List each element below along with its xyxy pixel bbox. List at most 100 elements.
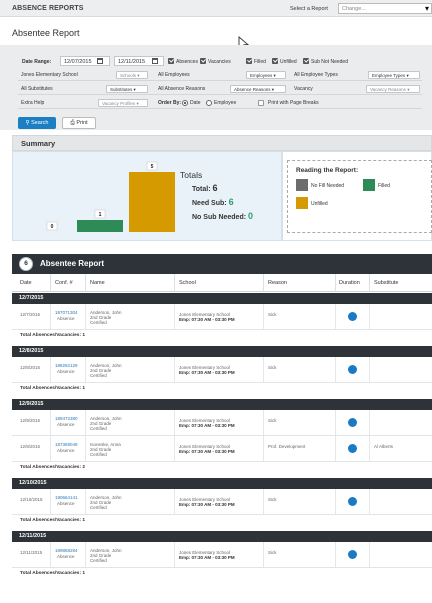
vacancy-profiles-dropdown[interactable]: Vacancy Profiles ▾ [98,99,148,107]
order-date-label: Date [190,100,201,106]
confirmation-number-link[interactable]: 187071304 [55,310,78,316]
vacancy-reasons-dropdown-label: Vacancy Reasons [370,87,406,92]
confirmation-number-link[interactable]: 187369049 [55,442,78,448]
column-divider [335,410,336,436]
confirmation-number-link[interactable]: 189472380 [55,416,78,422]
totals-title: Totals [180,170,203,180]
employee-certification: Certified [90,558,107,563]
column-divider [369,542,370,568]
employee-certification: Certified [90,320,107,325]
employee-types-dropdown[interactable]: Employee Types ▾ [368,71,420,79]
calendar-icon[interactable] [97,58,103,64]
group-total-text: Total Absences/Vacancies: 1 [20,571,86,576]
order-date-radio[interactable] [182,100,188,106]
column-reason[interactable]: Reason [268,280,287,286]
column-divider [50,274,51,292]
employee-schedule: Emp: 07:30 AM - 03:30 PM [179,555,235,560]
absences-label: Absences [176,59,198,65]
select-report-label: Select a Report [290,6,328,12]
group-total-text: Total Absences/Vacancies: 2 [20,465,86,470]
confirmation-number-link[interactable]: 189868284 [55,548,78,554]
unfilled-checkbox[interactable] [272,58,278,64]
total-label: Total: [192,186,211,193]
legend-label-no-fill-needed: No Fill Needed [311,183,345,189]
vacancies-label: Vacancies [208,59,231,65]
table-row[interactable]: 12/8/2015 188262129 Absence Anderson, John 2… [12,357,432,383]
column-duration[interactable]: Duration [339,280,360,286]
sub-not-needed-checkbox[interactable] [303,58,309,64]
print-page-breaks-checkbox[interactable] [258,100,264,106]
absentee-report-header: 6 Absentee Report [12,254,432,274]
column-divider [263,436,264,462]
app-title: ABSENCE REPORTS [12,5,84,12]
group-date: 12/10/2015 [19,480,47,486]
column-divider [174,542,175,568]
print-button[interactable]: ⎙ Print [62,117,96,129]
no-sub-needed-line: No Sub Needed: 0 [192,211,253,221]
table-row[interactable]: 12/10/2015 190664141 Absence Anderson, John… [12,489,432,515]
table-row[interactable]: 12/9/2015 189472380 Absence Anderson, John 2… [12,410,432,436]
page-title: Absentee Report [12,28,80,38]
confirmation-number-link[interactable]: 188262129 [55,363,78,369]
select-report-dropdown[interactable]: Change... ▾ [338,3,432,14]
row-date: 12/9/2015 [20,418,41,423]
substitutes-dropdown[interactable]: Substitutes ▾ [106,85,148,93]
absence-reasons-dropdown-label: Absence Reasons [234,87,271,92]
schools-dropdown[interactable]: Schools ▾ [116,71,148,79]
select-report-value: Change... [342,6,366,12]
employees-dropdown[interactable]: Employees ▾ [246,71,286,79]
substitute-name: Al Alberts [374,444,394,449]
table-row[interactable]: 12/9/2015 187369049 Absence Isoneske, Anna 2… [12,436,432,462]
legend-label-unfilled: Unfilled [311,201,328,207]
vacancies-checkbox[interactable] [200,58,206,64]
sub-not-needed-label: Sub Not Needed [311,59,348,65]
absences-checkbox[interactable] [168,58,174,64]
calendar-icon[interactable] [152,58,158,64]
column-divider [369,357,370,383]
row-type: Absence [57,448,75,453]
absence-reasons-dropdown[interactable]: Absence Reasons ▾ [230,85,286,93]
need-sub-line: Need Sub: 6 [192,197,234,207]
table-row[interactable]: 12/7/2015 187071304 Absence Anderson, John 2… [12,304,432,330]
column-conf[interactable]: Conf. # [55,280,73,286]
column-date[interactable]: Date [20,280,32,286]
column-divider [50,410,51,436]
absence-reason: Sick [268,418,277,423]
column-substitute[interactable]: Substitute [374,280,398,286]
filter-row-schools: Jones Elementary School Schools ▾ All Em… [18,70,422,81]
filled-checkbox[interactable] [246,58,252,64]
school-filter-text: Jones Elementary School [21,72,78,78]
column-divider [263,410,264,436]
absence-reason-filter-text: All Absence Reasons [158,86,206,92]
table-row[interactable]: 12/11/2015 189868284 Absence Anderson, John… [12,542,432,568]
date-range-label: Date Range: [22,59,52,65]
column-school[interactable]: School [179,280,196,286]
column-divider [369,436,370,462]
row-date: 12/9/2015 [20,444,41,449]
date-group-header: 12/9/2015 [12,399,432,410]
legend-label-filled: Filled [378,183,390,189]
full-day-duration-icon [348,312,357,321]
print-page-breaks-label: Print with Page Breaks [268,100,319,106]
group-total-row: Total Absences/Vacancies: 1 [12,330,432,342]
date-to-value: 12/11/2015 [118,59,146,65]
employee-schedule: Emp: 07:30 AM - 03:30 PM [179,502,235,507]
substitutes-dropdown-label: Substitutes [110,87,133,92]
legend-swatch-unfilled [296,197,308,209]
group-date: 12/9/2015 [19,401,44,407]
date-group-header: 12/11/2015 [12,531,432,542]
column-divider [174,410,175,436]
search-button[interactable]: ⚲ Search [18,117,56,129]
bar-value-label: 5 [151,164,154,170]
order-employee-radio[interactable] [206,100,212,106]
column-divider [174,357,175,383]
column-divider [369,304,370,330]
column-divider [335,304,336,330]
absence-reason: Sick [268,550,277,555]
column-divider [50,304,51,330]
vacancy-reasons-dropdown[interactable]: Vacancy Reasons ▾ [366,85,420,93]
group-date: 12/8/2015 [19,348,44,354]
row-type: Absence [57,369,75,374]
confirmation-number-link[interactable]: 190664141 [55,495,78,501]
column-name[interactable]: Name [90,280,105,286]
